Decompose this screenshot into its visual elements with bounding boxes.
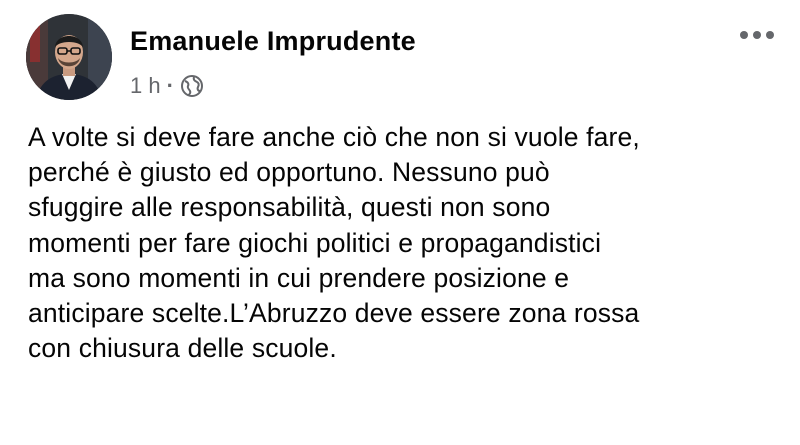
post-body-line: perché è giusto ed opportuno. Nessuno pu… [28,157,550,188]
post-body: A volte si deve fare anche ciò che non s… [28,120,788,366]
post-body-line: momenti per fare giochi politici e propa… [28,227,602,258]
post-body-line: anticipare scelte.L’Abruzzo deve essere … [28,298,640,329]
ellipsis-icon-dot [740,31,748,39]
more-options-button[interactable] [740,28,774,42]
facebook-post: Emanuele Imprudente 1 h · A volte si dev… [0,0,800,445]
post-timestamp[interactable]: 1 h [130,73,161,99]
post-body-line: con chiusura delle scuole. [28,333,337,364]
author-name[interactable]: Emanuele Imprudente [130,26,416,57]
ellipsis-icon-dot [766,31,774,39]
post-body-line: sfuggire alle responsabilità, questi non… [28,192,551,223]
globe-icon[interactable] [180,74,204,98]
post-body-line: ma sono momenti in cui prendere posizion… [28,262,570,293]
ellipsis-icon-dot [753,31,761,39]
post-body-line: A volte si deve fare anche ciò che non s… [28,122,640,152]
avatar[interactable] [26,14,112,100]
meta-separator: · [166,73,174,98]
profile-photo-icon [26,14,112,100]
post-meta: 1 h · [130,72,204,100]
